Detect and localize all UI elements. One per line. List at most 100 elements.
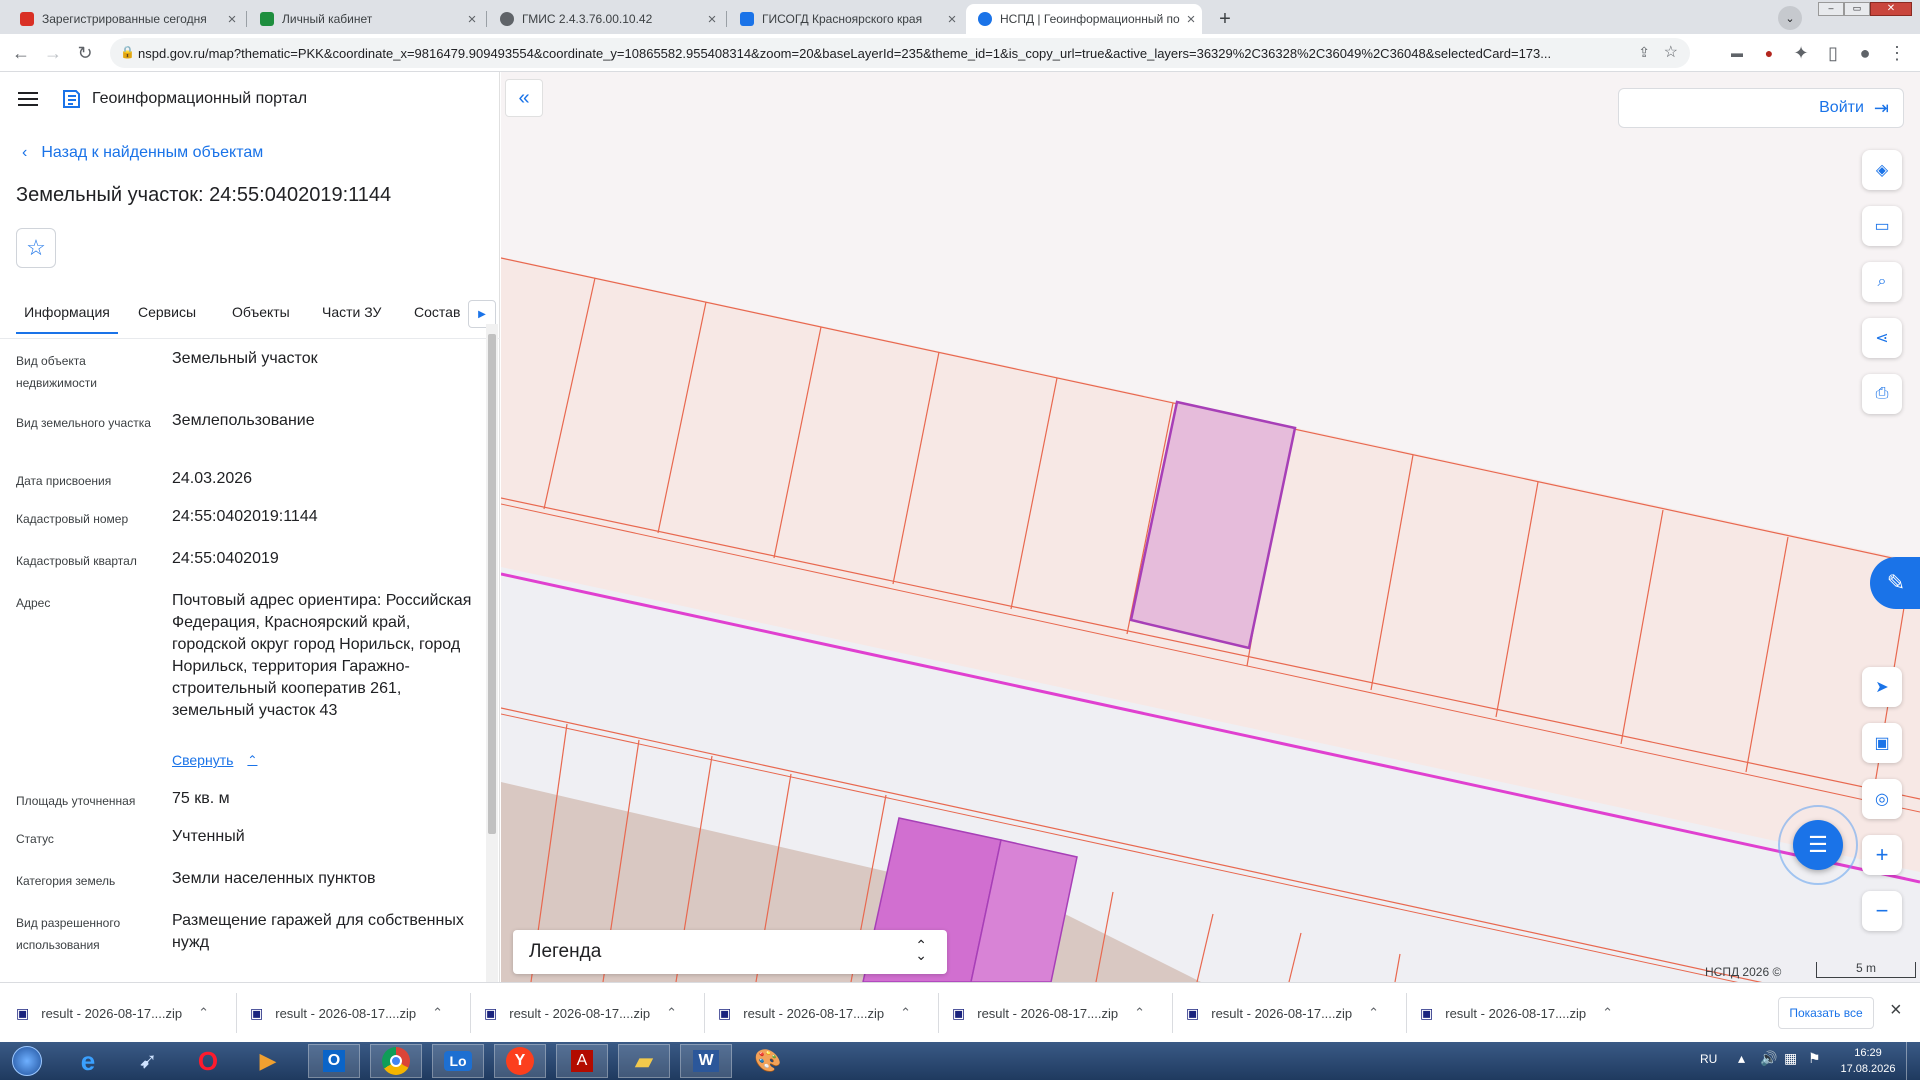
chevron-up-icon[interactable]: ⌃: [1368, 1005, 1379, 1021]
feedback-side-tab-icon[interactable]: ✎: [1870, 557, 1920, 609]
chevron-up-icon[interactable]: ⌃: [900, 1005, 911, 1021]
ruler-button[interactable]: ▭: [1862, 206, 1902, 246]
notification-flag-icon[interactable]: ⚑: [1808, 1050, 1821, 1067]
close-downloads-icon[interactable]: ×: [1890, 999, 1902, 1022]
layers-button[interactable]: ◈: [1862, 150, 1902, 190]
tabs-divider: [0, 338, 500, 339]
download-item[interactable]: ▣ result - 2026-08-17....zip ⌃: [952, 983, 1162, 1043]
hamburger-menu-icon[interactable]: [18, 92, 38, 108]
browser-tab-2[interactable]: Личный кабинет ×: [248, 4, 483, 34]
map-canvas[interactable]: « Войти ⇥ ◈ ▭ ⌕ ⋖ ⎙ ✎ ➤ ▣ ◎ + − ☰ Легенд…: [501, 72, 1920, 982]
taskbar-word[interactable]: W: [680, 1044, 732, 1078]
forward-icon[interactable]: →: [38, 38, 68, 68]
close-icon[interactable]: ×: [461, 11, 483, 28]
app-icon: ➹: [138, 1048, 158, 1073]
window-close-icon[interactable]: ✕: [1870, 2, 1912, 16]
favorite-star-button[interactable]: ☆: [16, 228, 56, 268]
collapse-panel-button[interactable]: «: [505, 79, 543, 117]
browser-tab-3[interactable]: ГМИС 2.4.3.76.00.10.42 ×: [488, 4, 723, 34]
close-icon[interactable]: ×: [701, 11, 723, 28]
chevron-up-icon[interactable]: ⌃: [432, 1005, 443, 1021]
taskbar-ie[interactable]: e: [62, 1044, 114, 1078]
tab-search-icon[interactable]: ⌄: [1778, 6, 1802, 30]
zoom-out-button[interactable]: −: [1862, 891, 1902, 931]
lock-icon: 🔒: [120, 45, 135, 59]
browser-tab-1[interactable]: Зарегистрированные сегодня ×: [8, 4, 243, 34]
collapse-address-link[interactable]: Свернуть ⌃: [172, 752, 257, 768]
back-icon[interactable]: ←: [6, 38, 36, 68]
extension-icon[interactable]: ▬: [1722, 38, 1752, 68]
download-item[interactable]: ▣ result - 2026-08-17....zip ⌃: [1420, 983, 1630, 1043]
share-button[interactable]: ⋖: [1862, 318, 1902, 358]
geolocation-button[interactable]: ➤: [1862, 667, 1902, 707]
tab-parcel-parts[interactable]: Части ЗУ: [322, 304, 381, 320]
profile-icon[interactable]: ●: [1850, 38, 1880, 68]
login-icon: ⇥: [1873, 97, 1889, 118]
side-panel-icon[interactable]: ▯: [1818, 38, 1848, 68]
show-desktop-button[interactable]: [1906, 1042, 1920, 1080]
address-bar[interactable]: 🔒 nspd.gov.ru/map?thematic=PKK&coordinat…: [110, 38, 1690, 68]
show-all-downloads-button[interactable]: Показать все: [1778, 997, 1874, 1029]
browser-tab-4[interactable]: ГИСОГД Красноярского края ×: [728, 4, 963, 34]
login-button[interactable]: Войти ⇥: [1618, 88, 1904, 128]
tab-composition[interactable]: Состав: [414, 304, 460, 320]
legend-dropdown[interactable]: Легенда ⌃ ⌄: [513, 930, 947, 974]
scrollbar-thumb[interactable]: [488, 334, 496, 834]
tab-information[interactable]: Информация: [16, 304, 118, 320]
area-search-button[interactable]: ⌕: [1862, 262, 1902, 302]
menu-kebab-icon[interactable]: ⋮: [1882, 38, 1912, 68]
network-icon[interactable]: ▦: [1784, 1050, 1797, 1067]
location-search-button[interactable]: ◎: [1862, 779, 1902, 819]
window-controls: – ▭ ✕: [1818, 2, 1916, 18]
chat-button[interactable]: ☰: [1793, 820, 1843, 870]
reload-icon[interactable]: ↻: [70, 38, 100, 68]
close-icon[interactable]: ×: [941, 11, 963, 28]
download-item[interactable]: ▣ result - 2026-08-17....zip ⌃: [250, 983, 460, 1043]
minimize-icon[interactable]: –: [1818, 2, 1844, 16]
print-button[interactable]: ⎙: [1862, 374, 1902, 414]
tab-favicon-icon: [978, 12, 992, 26]
download-item[interactable]: ▣ result - 2026-08-17....zip ⌃: [1186, 983, 1396, 1043]
taskbar-media[interactable]: ▶: [242, 1044, 294, 1078]
taskbar-explorer[interactable]: ▰: [618, 1044, 670, 1078]
new-tab-button[interactable]: +: [1212, 6, 1238, 32]
bookmark-star-icon[interactable]: ☆: [1664, 42, 1678, 62]
taskbar-acrobat[interactable]: A: [556, 1044, 608, 1078]
panel-scrollbar[interactable]: [486, 324, 498, 982]
start-button[interactable]: [2, 1044, 52, 1078]
taskbar-opera[interactable]: O: [182, 1044, 234, 1078]
download-item[interactable]: ▣ result - 2026-08-17....zip ⌃: [484, 983, 694, 1043]
minimap-button[interactable]: ▣: [1862, 723, 1902, 763]
download-item[interactable]: ▣ result - 2026-08-17....zip ⌃: [718, 983, 928, 1043]
tab-services[interactable]: Сервисы: [138, 304, 196, 320]
clock[interactable]: 16:29 17.08.2026: [1836, 1045, 1900, 1077]
close-icon[interactable]: ×: [221, 11, 243, 28]
extension-2-icon[interactable]: ●: [1754, 38, 1784, 68]
back-to-results-link[interactable]: ‹ Назад к найденным объектам: [22, 144, 263, 162]
download-item[interactable]: ▣ result - 2026-08-17....zip ⌃: [16, 983, 226, 1043]
field-value: Учтенный: [172, 828, 245, 845]
field-label: Адрес: [16, 596, 51, 610]
chevron-up-icon[interactable]: ⌃: [1134, 1005, 1145, 1021]
taskbar-yandex[interactable]: Y: [494, 1044, 546, 1078]
download-filename: result - 2026-08-17....zip: [275, 1005, 417, 1021]
tab-objects[interactable]: Объекты: [232, 304, 290, 320]
taskbar-chrome[interactable]: [370, 1044, 422, 1078]
browser-tab-5-active[interactable]: НСПД | Геоинформационный по ×: [966, 4, 1202, 34]
taskbar-app-lo[interactable]: Lo: [432, 1044, 484, 1078]
close-icon[interactable]: ×: [1180, 11, 1202, 28]
language-indicator[interactable]: RU: [1700, 1052, 1717, 1066]
taskbar-app[interactable]: ➹: [122, 1044, 174, 1078]
taskbar-outlook[interactable]: O: [308, 1044, 360, 1078]
share-page-icon[interactable]: ⇪: [1638, 44, 1650, 61]
maximize-icon[interactable]: ▭: [1844, 2, 1870, 16]
extensions-puzzle-icon[interactable]: ✦: [1786, 38, 1816, 68]
tray-arrow-icon[interactable]: ▴: [1738, 1050, 1745, 1067]
chevron-up-icon[interactable]: ⌃: [198, 1005, 209, 1021]
chevron-up-icon[interactable]: ⌃: [666, 1005, 677, 1021]
taskbar-paint[interactable]: 🎨: [742, 1044, 794, 1078]
volume-icon[interactable]: 🔊: [1760, 1050, 1777, 1067]
zoom-in-button[interactable]: +: [1862, 835, 1902, 875]
chevron-up-icon[interactable]: ⌃: [1602, 1005, 1613, 1021]
zip-file-icon: ▣: [484, 1004, 498, 1021]
